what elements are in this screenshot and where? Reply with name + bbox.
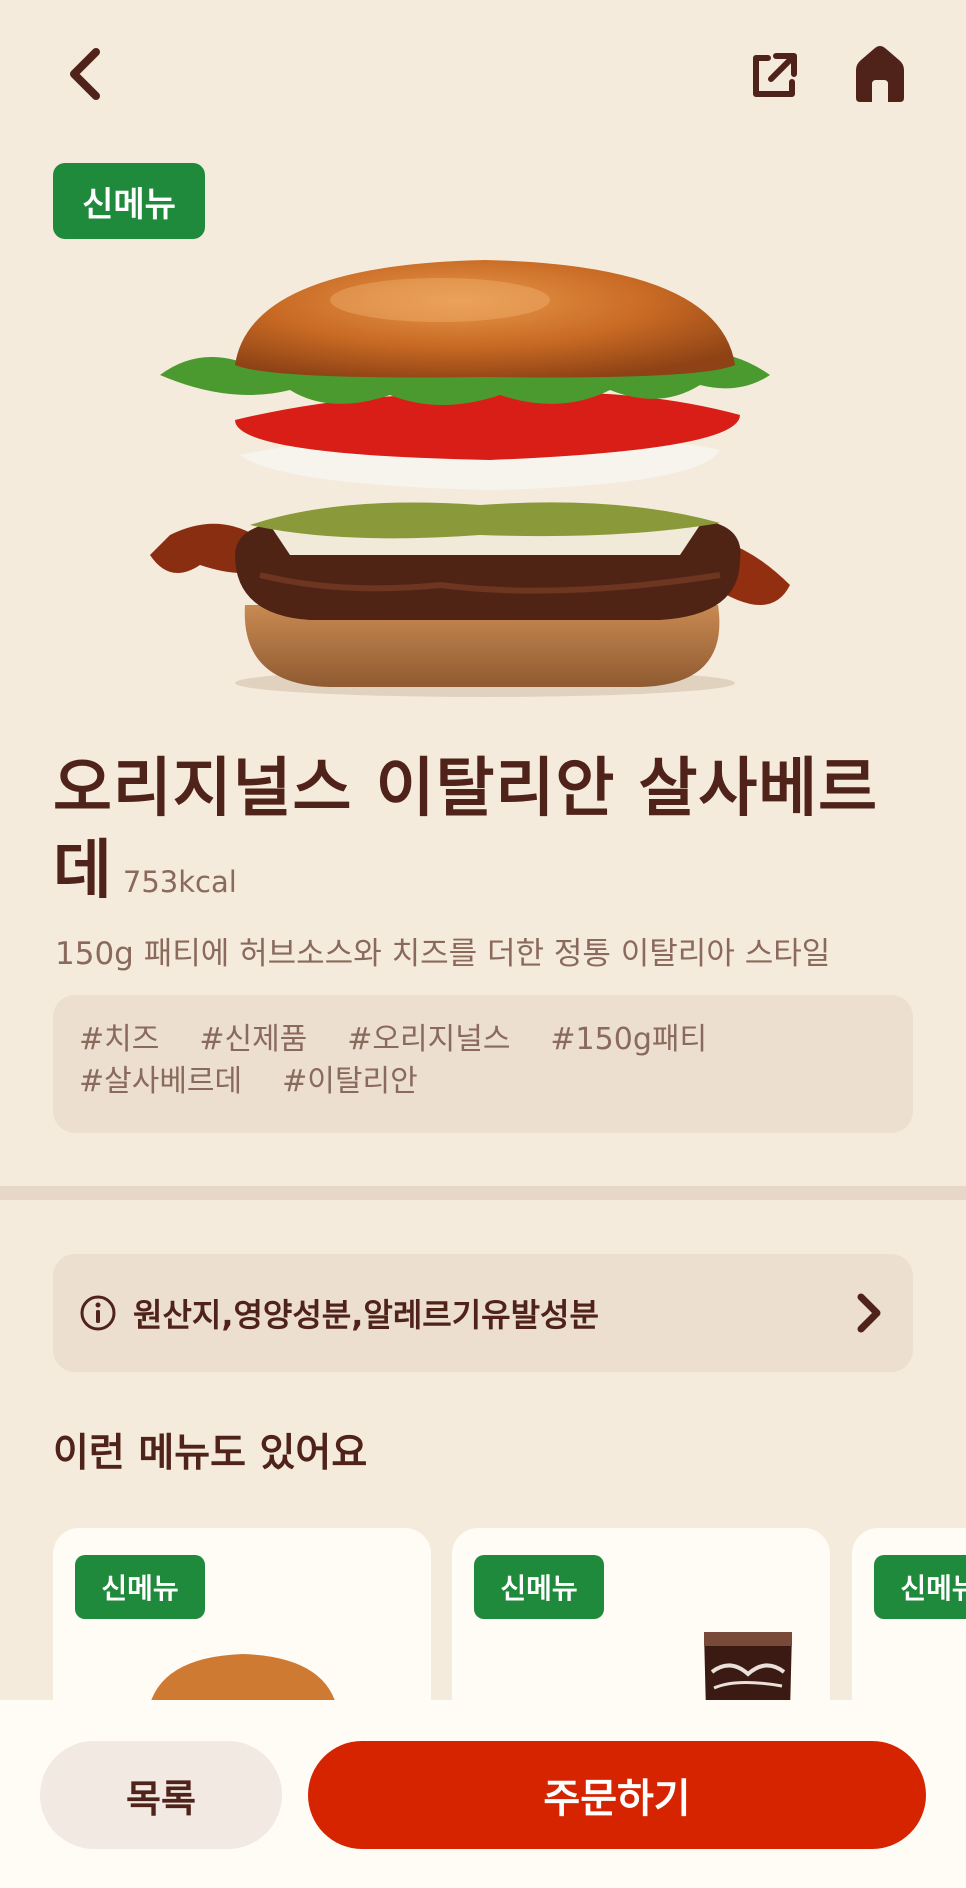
share-button[interactable] [746, 48, 802, 104]
new-menu-badge: 신메뉴 [874, 1555, 966, 1619]
nutrition-info-label: 원산지,영양성분,알레르기유발성분 [133, 1296, 599, 1334]
new-menu-badge: 신메뉴 [75, 1555, 205, 1619]
related-menu-title: 이런 메뉴도 있어요 [53, 1431, 368, 1476]
new-menu-badge: 신메뉴 [53, 163, 205, 239]
product-kcal: 753kcal [122, 865, 237, 899]
info-icon [80, 1295, 116, 1331]
tag-item[interactable]: #신제품 [199, 1019, 307, 1061]
chevron-left-icon [70, 48, 100, 100]
back-button[interactable] [62, 46, 112, 102]
tag-item[interactable]: #150g패티 [550, 1019, 707, 1061]
new-menu-badge: 신메뉴 [474, 1555, 604, 1619]
tag-list: #치즈 #신제품 #오리지널스 #150g패티 #살사베르데 #이탈리안 [53, 995, 913, 1133]
list-button[interactable]: 목록 [40, 1741, 282, 1849]
burger-image [150, 260, 790, 697]
chevron-right-icon [857, 1293, 881, 1333]
share-icon [753, 53, 797, 97]
home-icon [856, 46, 904, 102]
home-button[interactable] [852, 44, 908, 104]
tag-item[interactable]: #치즈 [79, 1019, 159, 1061]
product-description: 150g 패티에 허브소스와 치즈를 더한 정통 이탈리아 스타일 [55, 936, 831, 972]
tag-item[interactable]: #오리지널스 [347, 1019, 510, 1061]
bottom-action-bar: 목록 주문하기 [0, 1700, 966, 1888]
order-button[interactable]: 주문하기 [308, 1741, 926, 1849]
tag-item[interactable]: #살사베르데 [79, 1061, 242, 1103]
nutrition-info-button[interactable]: 원산지,영양성분,알레르기유발성분 [53, 1254, 913, 1372]
product-title: 오리지널스 이탈리안 살사베르데 753kcal [53, 748, 933, 923]
product-detail-page: 신메뉴 오리지널스 이탈리안 살사베르데 753kcal 150g 패티에 허브… [0, 0, 966, 1888]
top-bar [0, 0, 966, 150]
tag-item[interactable]: #이탈리안 [282, 1061, 418, 1103]
section-divider [0, 1186, 966, 1200]
